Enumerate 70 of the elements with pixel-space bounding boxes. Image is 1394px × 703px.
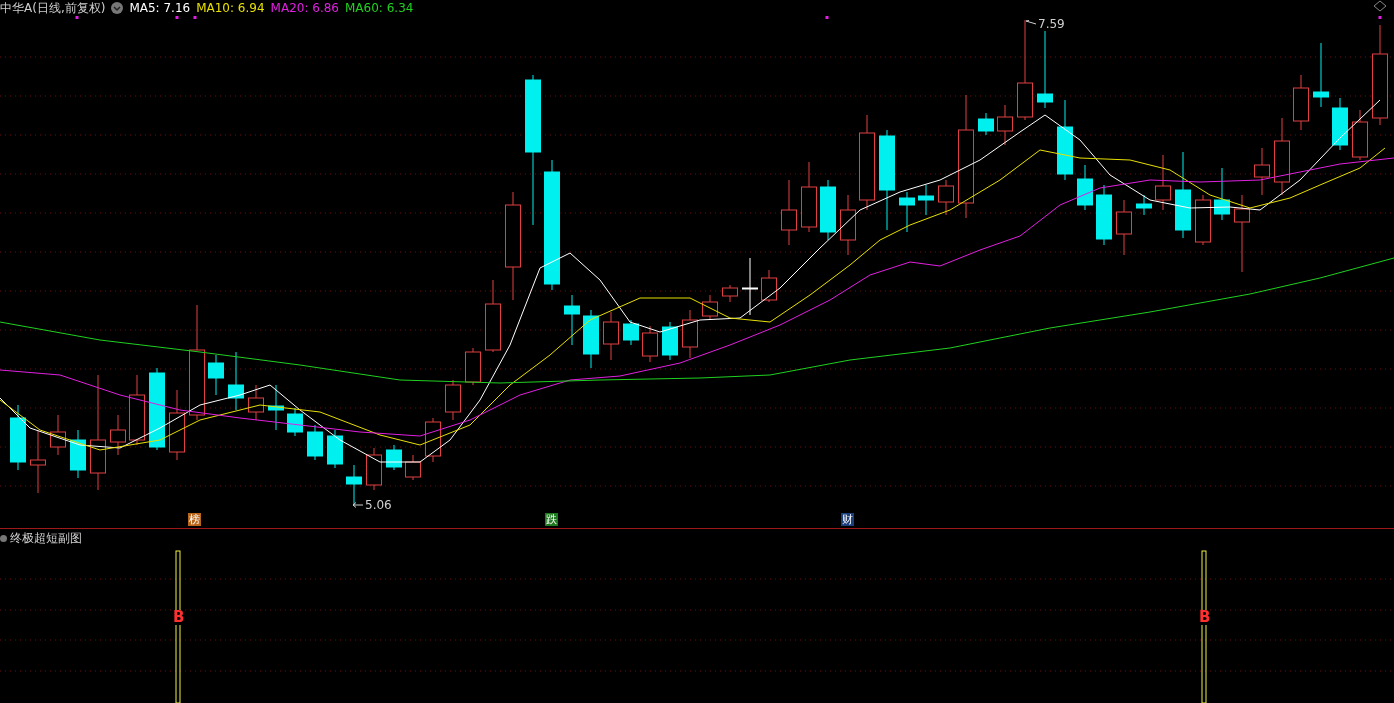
- buy-signal-label: B: [173, 610, 185, 625]
- candlestick: [465, 347, 481, 386]
- candlestick: [1195, 194, 1211, 246]
- moving-average-value: MA5: 7.16: [129, 1, 191, 15]
- candlestick: [899, 191, 915, 233]
- candlestick: [1214, 167, 1230, 221]
- candlestick: [761, 269, 777, 303]
- candlestick: [228, 351, 244, 411]
- candlestick: [1136, 194, 1152, 216]
- candlestick: [564, 294, 580, 346]
- event-marker: 榜: [188, 513, 201, 526]
- arrow-icon: [1025, 20, 1037, 28]
- candlestick: [1332, 97, 1348, 151]
- event-marker: 跌: [545, 513, 558, 526]
- candlestick: [1254, 147, 1270, 196]
- candlestick: [722, 284, 738, 303]
- diamond-icon: [1373, 0, 1387, 12]
- candlestick: [978, 112, 994, 136]
- candlestick: [110, 414, 126, 456]
- dropdown-icon[interactable]: [111, 2, 124, 14]
- moving-average-value: MA20: 6.86: [270, 1, 339, 15]
- candlestick: [386, 444, 402, 471]
- candlestick: [1155, 154, 1171, 211]
- candlestick: [50, 414, 66, 456]
- candlestick: [327, 429, 343, 469]
- price-label: 7.59: [1037, 17, 1066, 31]
- candlestick: [10, 404, 26, 471]
- moving-average-value: MA60: 6.34: [345, 1, 414, 15]
- stock-title: 中华A(日线,前复权): [0, 0, 106, 17]
- candlestick: [346, 464, 362, 506]
- candlestick: [70, 429, 86, 479]
- candlestick: [682, 309, 698, 359]
- arrow-icon: [352, 501, 364, 509]
- event-marker: 财: [841, 513, 854, 526]
- candlestick: [642, 325, 658, 363]
- candlestick: [820, 179, 836, 241]
- candlestick: [840, 194, 856, 256]
- candlestick: [583, 309, 599, 369]
- candlestick: [1313, 42, 1329, 108]
- candlestick: [623, 319, 639, 346]
- price-label: 5.06: [364, 498, 393, 512]
- candlestick: [702, 294, 718, 321]
- candlestick: [801, 161, 817, 233]
- circle-icon: [0, 535, 7, 542]
- candlestick: [445, 379, 461, 421]
- moving-average-value: MA10: 6.94: [196, 1, 265, 15]
- candlestick: [997, 104, 1013, 146]
- candlestick: [30, 429, 46, 494]
- candlestick: [1116, 199, 1132, 256]
- candlestick: [248, 384, 264, 421]
- candlestick: [129, 374, 145, 446]
- candlestick: [366, 447, 382, 491]
- candlestick: [405, 454, 421, 481]
- candlestick: [603, 311, 619, 361]
- candlestick: [287, 407, 303, 437]
- candlestick: [169, 389, 185, 461]
- candlestick: [742, 257, 758, 316]
- candlestick: [268, 384, 284, 431]
- candlestick: [938, 179, 954, 216]
- candlestick: [781, 179, 797, 246]
- candlestick: [662, 321, 678, 361]
- candlestick: [1096, 184, 1112, 246]
- candlestick: [208, 354, 224, 396]
- candlestick: [1352, 109, 1368, 161]
- candlestick: [918, 184, 934, 216]
- candlestick: [1293, 74, 1309, 131]
- candlestick: [1077, 164, 1093, 211]
- buy-signal-label: B: [1199, 610, 1211, 625]
- indicator-title: 终极超短副图: [10, 530, 82, 547]
- candlestick: [307, 424, 323, 461]
